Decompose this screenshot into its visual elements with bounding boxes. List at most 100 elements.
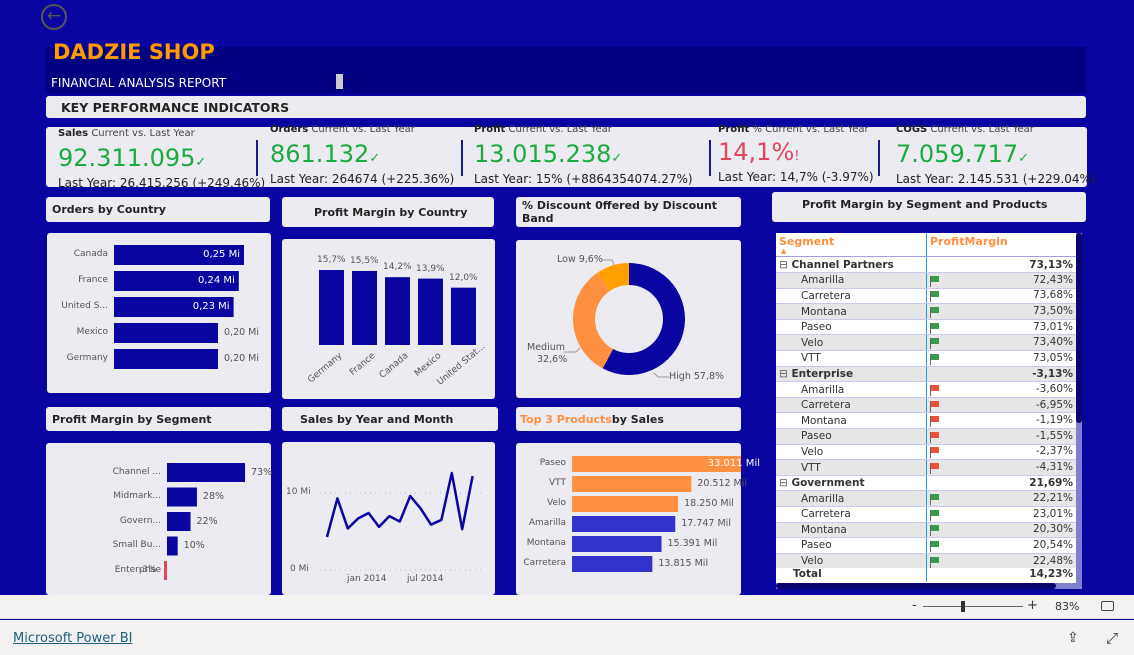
- matrix-row[interactable]: Velo 73,40%: [776, 334, 1076, 352]
- y-tick-label: 0 Mi: [290, 564, 309, 574]
- kpi-strip: Sales Current vs. Last Year 92.311.095✓ …: [46, 124, 1096, 190]
- kpi-card: Profit Current vs. Last Year 13.015.238✓…: [474, 124, 693, 187]
- kpi-value-text: 7.059.717: [896, 140, 1019, 168]
- fullscreen-icon[interactable]: ⤢: [1106, 629, 1118, 647]
- bar: [572, 516, 676, 532]
- product-name: Montana: [776, 522, 926, 539]
- green-flag-icon: [929, 556, 939, 568]
- kpi-divider: [709, 140, 711, 176]
- pm-matrix[interactable]: Segment ▲ ProfitMargin ⊟ Channel Partners…: [776, 233, 1082, 589]
- matrix-row[interactable]: Paseo -1,55%: [776, 428, 1076, 445]
- collapse-icon[interactable]: ⊟: [779, 259, 788, 271]
- donut-slice: [573, 272, 613, 369]
- matrix-row[interactable]: Velo 22,48%: [776, 553, 1076, 570]
- matrix-row[interactable]: Carretera -6,95%: [776, 397, 1076, 414]
- category-label: Montana: [526, 538, 566, 548]
- kpi-name: Profit: [718, 124, 750, 135]
- kpi-value: 7.059.717✓: [896, 141, 1096, 172]
- back-button[interactable]: ←: [41, 4, 67, 30]
- data-label: 17.747 Mil: [681, 518, 731, 529]
- col-segment-header[interactable]: Segment ▲: [776, 233, 926, 256]
- bar: [572, 536, 662, 552]
- data-label: 0,20 Mi: [224, 353, 260, 364]
- matrix-row[interactable]: Amarilla -3,60%: [776, 381, 1076, 398]
- matrix-row[interactable]: Montana -1,19%: [776, 412, 1076, 430]
- green-flag-icon: [929, 494, 939, 506]
- scroll-handle[interactable]: [336, 74, 343, 89]
- leader-line: [653, 372, 669, 378]
- collapse-icon[interactable]: ⊟: [779, 477, 788, 489]
- product-name: Amarilla: [776, 381, 926, 398]
- kpi-value: 861.132✓: [270, 141, 454, 172]
- data-label: 13.815 Mil: [658, 558, 709, 569]
- product-name: Paseo: [776, 537, 926, 554]
- warning-icon: !: [794, 149, 800, 164]
- matrix-row[interactable]: Paseo 73,01%: [776, 319, 1076, 336]
- matrix-row[interactable]: Carretera 23,01%: [776, 506, 1076, 523]
- zoom-in-button[interactable]: +: [1027, 598, 1038, 613]
- share-icon[interactable]: ⇪: [1067, 630, 1079, 646]
- bar: [572, 476, 692, 492]
- bar: [167, 512, 191, 531]
- zoom-level: 83%: [1055, 600, 1080, 613]
- discount-donut-chart[interactable]: Low 9,6% Medium 32,6% High 57,8%: [516, 240, 741, 398]
- sales-by-month-chart[interactable]: 0 Mi 10 Mi jan 2014 jul 2014: [282, 442, 495, 595]
- pm-by-country-chart[interactable]: 15,7% Germany 15,5% France 14,2% Canada 13,9% M…: [282, 239, 495, 399]
- matrix-row[interactable]: Montana 73,50%: [776, 303, 1076, 320]
- kpi-heading: Sales Current vs. Last Year: [58, 128, 265, 139]
- zoom-slider[interactable]: [923, 601, 1023, 612]
- collapse-icon[interactable]: ⊟: [779, 368, 788, 380]
- product-name: Amarilla: [776, 490, 926, 507]
- category-label: Canada: [73, 249, 108, 259]
- kpi-last-year: Last Year: 15% (+8864354074.27%): [474, 172, 693, 186]
- product-name: Montana: [776, 412, 926, 430]
- product-name: Velo: [776, 553, 926, 570]
- kpi-heading: Orders Current vs. Last Year: [270, 124, 454, 135]
- title-text: % Discount 0ffered by Discount Band: [522, 199, 718, 225]
- pm-by-segment-chart[interactable]: Channel ... 73% Midmark... 28% Govern... 22% S…: [46, 443, 272, 595]
- sales-by-month-title: Sales by Year and Month: [282, 407, 498, 431]
- sales-line: [325, 471, 474, 538]
- matrix-row[interactable]: Amarilla 22,21%: [776, 490, 1076, 507]
- bar: [167, 536, 178, 556]
- col-profitmargin-header[interactable]: ProfitMargin: [926, 233, 1082, 256]
- category-label: Germany: [66, 353, 108, 363]
- matrix-row[interactable]: VTT -4,31%: [776, 459, 1076, 476]
- horizontal-scrollbar[interactable]: [776, 583, 1082, 589]
- kpi-suffix: % Current vs. Last Year: [752, 124, 869, 135]
- fit-to-page-icon[interactable]: [1101, 601, 1114, 611]
- matrix-group-row[interactable]: ⊟ Government 21,69%: [776, 475, 1076, 492]
- top3-products-chart[interactable]: Paseo 33.011 Mil VTT 20.512 Mil Velo 18.250 M…: [516, 443, 760, 595]
- category-label: Carretera: [523, 558, 566, 568]
- kpi-divider: [878, 140, 880, 176]
- data-label: 28%: [202, 491, 225, 502]
- kpi-value: 14,1%!: [718, 139, 874, 170]
- kpi-suffix: Current vs. Last Year: [311, 124, 415, 135]
- matrix-group-row[interactable]: ⊟ Channel Partners 73,13%: [776, 257, 1076, 274]
- product-name: Carretera: [776, 506, 926, 523]
- vertical-scrollbar[interactable]: [1076, 233, 1082, 583]
- data-label: 0,20 Mi: [224, 327, 260, 338]
- matrix-row[interactable]: VTT 73,05%: [776, 350, 1076, 367]
- zoom-out-button[interactable]: -: [912, 598, 917, 613]
- red-flag-icon: [929, 431, 939, 443]
- matrix-row[interactable]: Carretera 73,68%: [776, 288, 1076, 305]
- matrix-row[interactable]: Amarilla 72,43%: [776, 272, 1076, 289]
- data-label: 13,9%: [416, 263, 445, 274]
- title-highlight: Top 3 Products: [520, 412, 612, 426]
- matrix-group-row[interactable]: ⊟ Enterprise -3,13%: [776, 366, 1076, 383]
- sort-ascending-icon: ▲: [781, 247, 787, 255]
- orders-by-country-chart[interactable]: Canada 0,25 Mi France 0,24 Mi United S... 0,2…: [47, 233, 271, 393]
- matrix-row[interactable]: Paseo 20,54%: [776, 537, 1076, 554]
- matrix-row[interactable]: Montana 20,30%: [776, 522, 1076, 539]
- group-value: -3,13%: [925, 366, 1076, 383]
- red-flag-icon: [929, 463, 939, 475]
- top3-title: Top 3 Products by Sales: [516, 407, 741, 431]
- check-icon: ✓: [1018, 151, 1030, 166]
- zoom-slider-thumb[interactable]: [961, 601, 965, 612]
- power-bi-link[interactable]: Microsoft Power BI: [13, 631, 132, 646]
- title-text: Profit Margin by Country: [314, 205, 468, 219]
- pm-segment-products-title: Profit Margin by Segment and Products: [772, 192, 1086, 222]
- matrix-row[interactable]: Velo -2,37%: [776, 444, 1076, 461]
- green-flag-icon: [929, 525, 939, 537]
